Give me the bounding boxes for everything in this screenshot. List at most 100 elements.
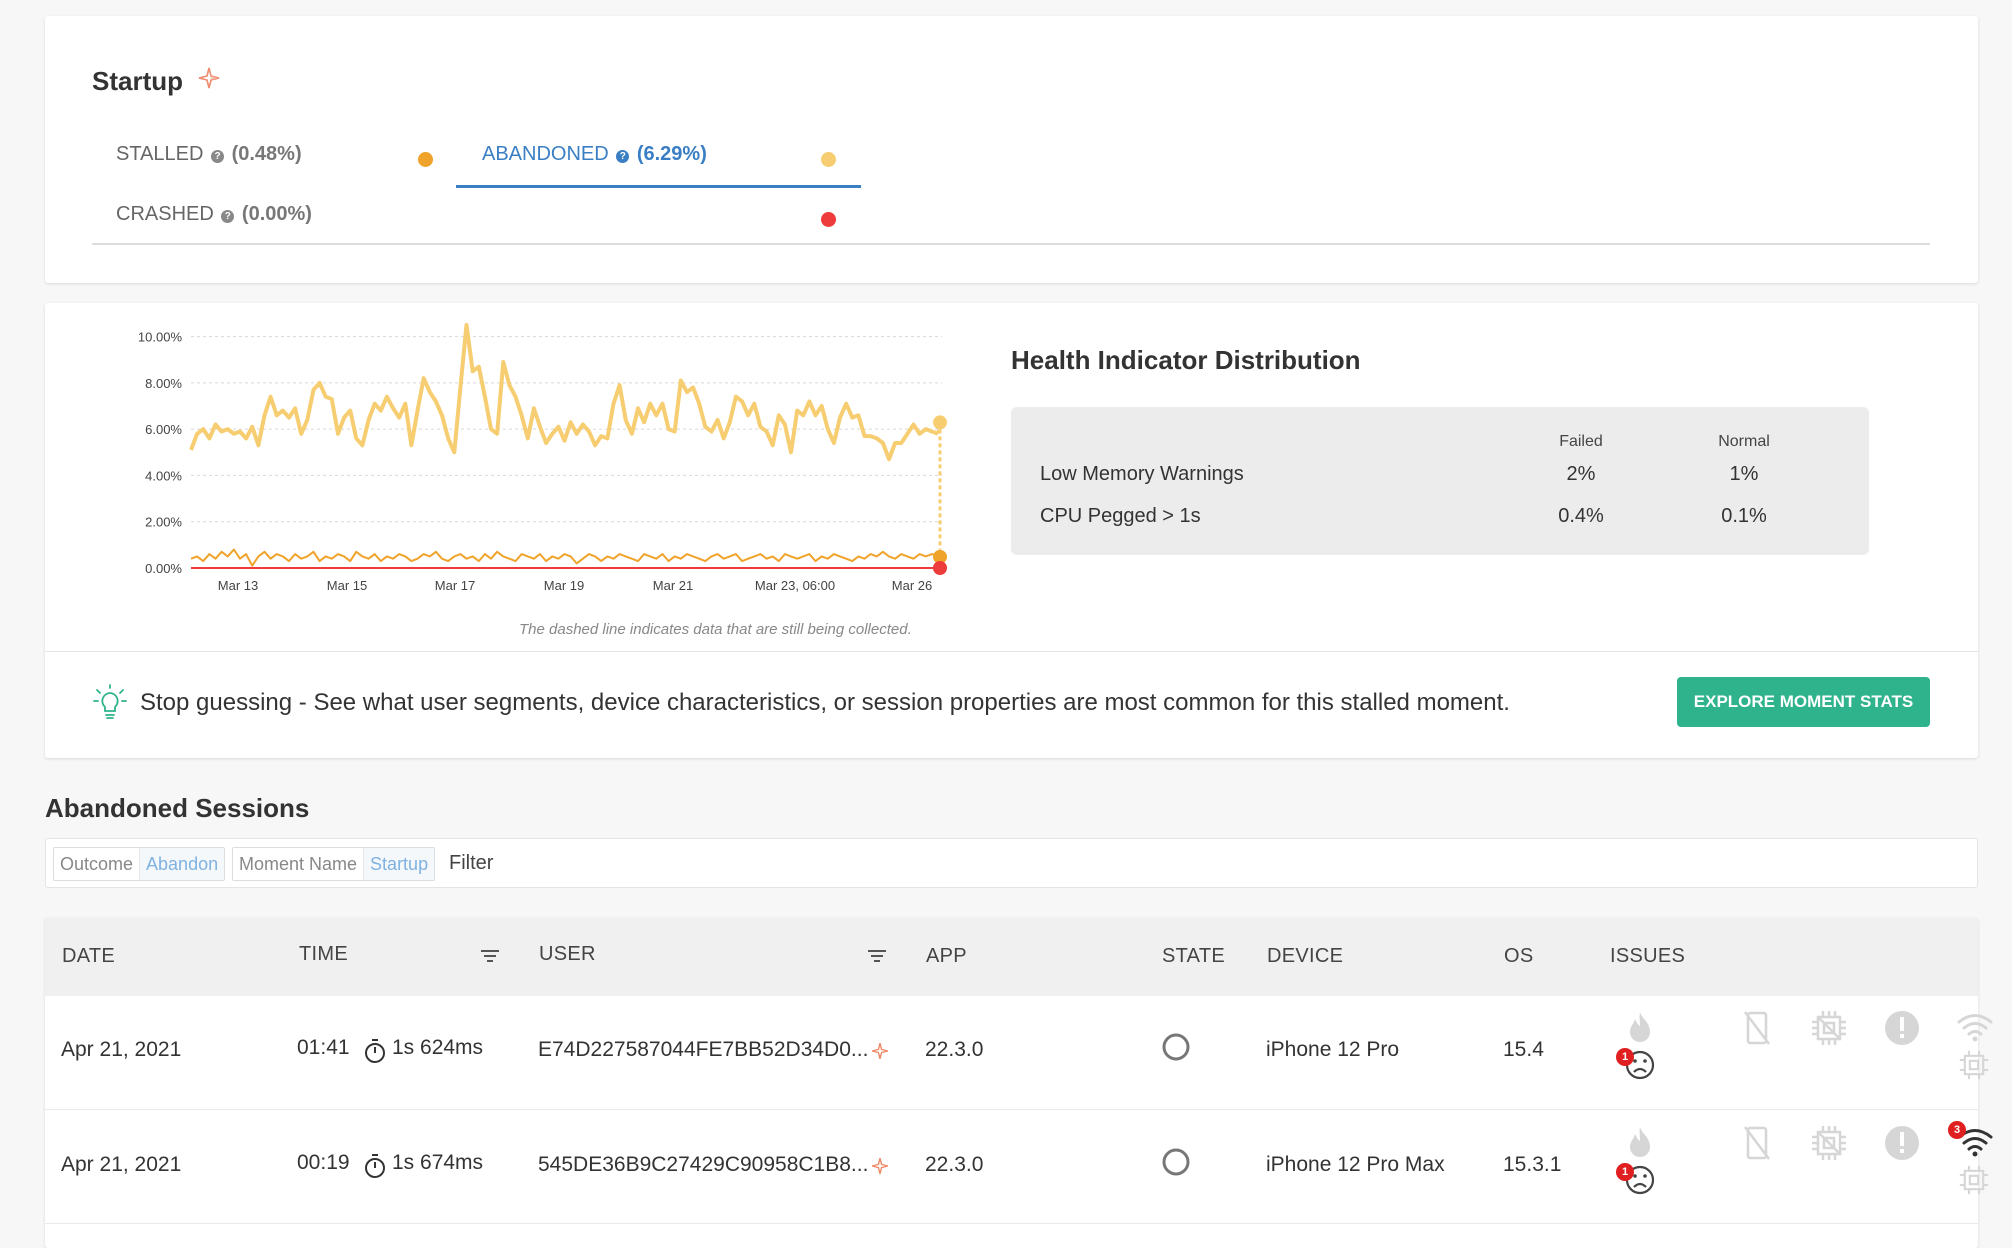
abandoned-color-dot <box>821 152 836 167</box>
crashed-color-dot <box>821 212 836 227</box>
help-icon[interactable]: ? <box>211 150 224 163</box>
y-tick-label: 6.00% <box>145 422 182 437</box>
chart-card: 10.00%8.00%6.00%4.00%2.00%0.00%Mar 13Mar… <box>45 303 1978 758</box>
y-tick-label: 2.00% <box>145 515 182 530</box>
help-icon[interactable]: ? <box>616 150 629 163</box>
sessions-title: Abandoned Sessions <box>45 793 309 824</box>
y-tick-label: 8.00% <box>145 376 182 391</box>
cpu-icon[interactable] <box>1811 1010 1847 1046</box>
state-circle-icon <box>1161 1147 1191 1177</box>
tab-abandoned[interactable]: ABANDONED ? (6.29%) <box>482 143 707 166</box>
phone-off-icon[interactable] <box>1743 1125 1771 1161</box>
flame-icon[interactable] <box>1623 1010 1657 1046</box>
network-badge: 3 <box>1948 1121 1966 1139</box>
cell-date: Apr 21, 2021 <box>61 1038 181 1062</box>
y-tick-label: 0.00% <box>145 561 182 576</box>
filter-chip-key: Moment Name <box>233 854 363 875</box>
tip-text: Stop guessing - See what user segments, … <box>140 689 1510 717</box>
tab-crashed-label: CRASHED <box>116 203 214 225</box>
hid-row-failed: 2% <box>1521 463 1641 486</box>
tab-abandoned-label: ABANDONED <box>482 143 609 165</box>
hid-row-label: CPU Pegged > 1s <box>1040 505 1201 528</box>
hid-row-normal: 0.1% <box>1684 505 1804 528</box>
cell-user[interactable]: E74D227587044FE7BB52D34D0... <box>538 1038 868 1062</box>
sessions-table: DATE TIME USER APP STATE DEVICE OS ISSUE… <box>45 918 1978 1248</box>
cell-duration: 1s 674ms <box>392 1151 483 1175</box>
filter-bar[interactable]: Outcome Abandon Moment Name Startup Filt… <box>45 838 1978 888</box>
table-row[interactable]: Apr 21, 2021 01:41 1s 624ms E74D22758704… <box>45 996 1978 1110</box>
startup-card: Startup STALLED ? (0.48%) ABANDONED ? (6… <box>45 16 1978 283</box>
filter-icon[interactable] <box>867 948 887 964</box>
x-tick-label: Mar 17 <box>435 578 475 593</box>
cell-device: iPhone 12 Pro <box>1266 1038 1399 1062</box>
line-chart[interactable]: 10.00%8.00%6.00%4.00%2.00%0.00%Mar 13Mar… <box>45 303 995 648</box>
hid-row-label: Low Memory Warnings <box>1040 463 1244 486</box>
alert-icon[interactable] <box>1883 1009 1921 1047</box>
x-tick-label: Mar 13 <box>218 578 258 593</box>
x-tick-label: Mar 19 <box>544 578 584 593</box>
col-time[interactable]: TIME <box>299 943 348 966</box>
cell-time: 01:41 <box>297 1036 350 1060</box>
stopwatch-icon <box>363 1153 387 1179</box>
sparkle-icon <box>869 1155 891 1177</box>
col-issues[interactable]: ISSUES <box>1610 945 1685 968</box>
cell-device: iPhone 12 Pro Max <box>1266 1153 1445 1177</box>
help-icon[interactable]: ? <box>221 210 234 223</box>
filter-input[interactable]: Filter <box>449 852 493 875</box>
col-os[interactable]: OS <box>1504 945 1534 968</box>
cell-app: 22.3.0 <box>925 1153 983 1177</box>
abandoned-end-point <box>933 415 947 429</box>
crashed-end-point <box>933 561 947 575</box>
tab-stalled-label: STALLED <box>116 143 203 165</box>
tabs-divider <box>92 243 1930 245</box>
cell-date: Apr 21, 2021 <box>61 1153 181 1177</box>
filter-chip-key: Outcome <box>54 854 139 875</box>
divider <box>45 651 1978 652</box>
col-app[interactable]: APP <box>926 945 967 968</box>
table-row[interactable]: Apr 21, 2021 00:19 1s 674ms 545DE36B9C27… <box>45 1110 1978 1224</box>
state-circle-icon <box>1161 1032 1191 1062</box>
alert-icon[interactable] <box>1883 1124 1921 1162</box>
tab-stalled[interactable]: STALLED ? (0.48%) <box>116 143 302 166</box>
crash-badge: 1 <box>1616 1048 1634 1066</box>
phone-off-icon[interactable] <box>1743 1010 1771 1046</box>
hid-row-failed: 0.4% <box>1521 505 1641 528</box>
crash-badge: 1 <box>1616 1163 1634 1181</box>
stalled-color-dot <box>418 152 433 167</box>
col-device[interactable]: DEVICE <box>1267 945 1343 968</box>
table-header: DATE TIME USER APP STATE DEVICE OS ISSUE… <box>45 918 1978 996</box>
abandoned-series-line <box>191 325 938 459</box>
filter-chip-moment-name[interactable]: Moment Name Startup <box>232 847 435 881</box>
col-state[interactable]: STATE <box>1162 945 1225 968</box>
health-indicator-table: Failed Normal Low Memory Warnings 2% 1% … <box>1011 407 1869 555</box>
cpu-icon[interactable] <box>1959 1165 1989 1195</box>
cell-user[interactable]: 545DE36B9C27429C90958C1B8... <box>538 1153 868 1177</box>
wifi-icon[interactable] <box>1956 1012 1994 1042</box>
dashed-line-note: The dashed line indicates data that are … <box>519 621 912 638</box>
col-user[interactable]: USER <box>539 943 596 966</box>
tab-crashed[interactable]: CRASHED ? (0.00%) <box>116 203 312 226</box>
cell-time: 00:19 <box>297 1151 350 1175</box>
x-tick-label: Mar 21 <box>653 578 693 593</box>
tab-stalled-pct: (0.48%) <box>232 143 302 165</box>
cpu-icon[interactable] <box>1959 1050 1989 1080</box>
x-tick-label: Mar 15 <box>327 578 367 593</box>
filter-chip-outcome[interactable]: Outcome Abandon <box>53 847 225 881</box>
cell-app: 22.3.0 <box>925 1038 983 1062</box>
tab-abandoned-pct: (6.29%) <box>637 143 707 165</box>
cell-os: 15.3.1 <box>1503 1153 1561 1177</box>
cpu-icon[interactable] <box>1811 1125 1847 1161</box>
col-date[interactable]: DATE <box>62 945 115 968</box>
y-tick-label: 4.00% <box>145 468 182 483</box>
active-tab-indicator <box>456 185 861 188</box>
health-indicator-title: Health Indicator Distribution <box>1011 345 1361 376</box>
cell-os: 15.4 <box>1503 1038 1544 1062</box>
explore-moment-stats-button[interactable]: EXPLORE MOMENT STATS <box>1677 677 1930 727</box>
filter-icon[interactable] <box>480 948 500 964</box>
flame-icon[interactable] <box>1623 1125 1657 1161</box>
x-tick-label: Mar 23, 06:00 <box>755 578 835 593</box>
hid-row-normal: 1% <box>1684 463 1804 486</box>
stopwatch-icon <box>363 1038 387 1064</box>
stalled-series-line <box>191 550 938 566</box>
lightbulb-icon <box>93 684 127 722</box>
